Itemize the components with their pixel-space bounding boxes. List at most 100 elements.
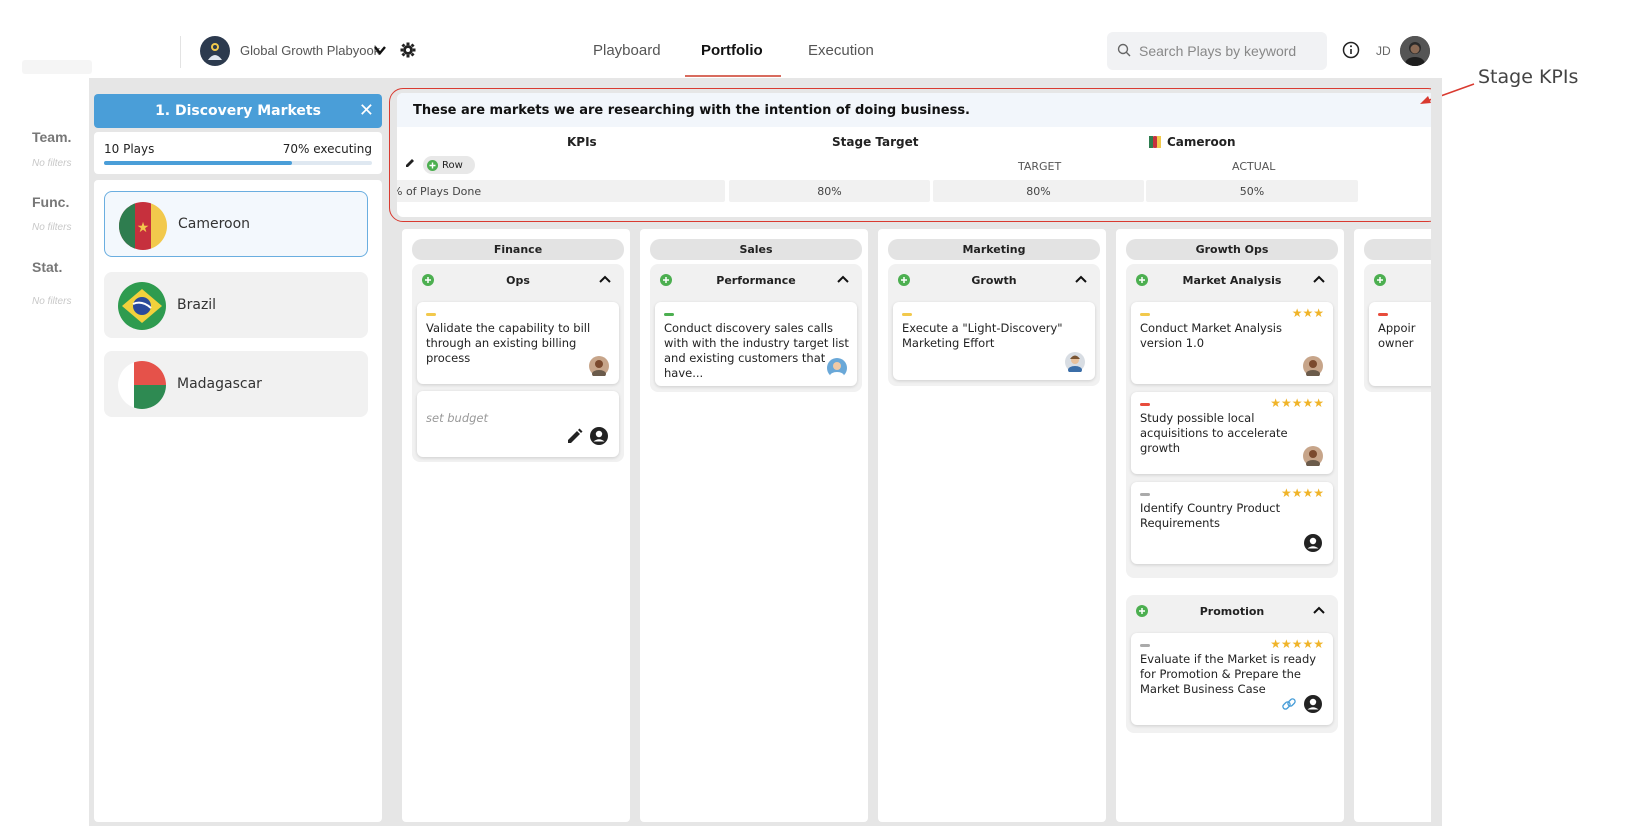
column-header[interactable] bbox=[1364, 239, 1435, 260]
add-play-icon[interactable] bbox=[1136, 274, 1148, 289]
filter-status-status: No filters bbox=[32, 296, 72, 307]
group-growth: Growth Execute a "Light-Discovery" Marke… bbox=[888, 264, 1100, 386]
add-play-icon[interactable] bbox=[898, 274, 910, 289]
stage-kpi-panel: These are markets we are researching wit… bbox=[397, 93, 1437, 217]
actual-subheader: ACTUAL bbox=[1232, 160, 1276, 173]
user-icon[interactable] bbox=[589, 426, 609, 449]
play-card[interactable]: ★★★ Conduct Market Analysis version 1.0 bbox=[1131, 302, 1333, 384]
tab-portfolio[interactable]: Portfolio bbox=[701, 42, 763, 59]
filter-team[interactable]: Team. bbox=[32, 129, 71, 145]
group-header[interactable]: Growth bbox=[888, 264, 1100, 296]
top-bar: Global Growth Plabyook Playboard Portfol… bbox=[0, 0, 1642, 77]
filter-function[interactable]: Func. bbox=[32, 194, 69, 210]
edit-icon[interactable] bbox=[405, 157, 416, 171]
close-icon[interactable]: ✕ bbox=[359, 100, 374, 121]
market-name: Cameroon bbox=[178, 216, 251, 232]
chevron-up-icon[interactable] bbox=[1312, 605, 1326, 618]
tab-playboard[interactable]: Playboard bbox=[593, 42, 661, 59]
svg-text:★: ★ bbox=[137, 220, 150, 236]
assignee-avatar[interactable] bbox=[1303, 446, 1323, 468]
filter-status[interactable]: Stat. bbox=[32, 259, 62, 275]
group-title: Promotion bbox=[1199, 604, 1265, 618]
column-sales: Sales Performance Conduct discovery sale… bbox=[640, 229, 868, 822]
user-icon[interactable] bbox=[1303, 533, 1323, 556]
play-card[interactable]: Execute a "Light-Discovery" Marketing Ef… bbox=[893, 302, 1095, 380]
link-icon[interactable] bbox=[1281, 696, 1297, 715]
stage-header[interactable]: 1. Discovery Markets ✕ bbox=[94, 94, 382, 128]
gear-icon[interactable] bbox=[400, 42, 416, 61]
chevron-up-icon[interactable] bbox=[598, 274, 612, 287]
avatar[interactable] bbox=[1400, 36, 1430, 66]
play-card[interactable]: Conduct discovery sales calls with with … bbox=[655, 302, 857, 386]
annotation-arrow-icon bbox=[1420, 83, 1475, 104]
kpi-stage-target-value[interactable]: 80% bbox=[729, 180, 930, 202]
play-card[interactable]: ★★★★★ Evaluate if the Market is ready fo… bbox=[1131, 633, 1333, 725]
column-header[interactable]: Sales bbox=[650, 239, 862, 260]
play-title: Conduct discovery sales calls with with … bbox=[664, 321, 849, 380]
kpi-target-value[interactable]: 80% bbox=[933, 180, 1144, 202]
brand-logo-icon[interactable] bbox=[200, 36, 230, 66]
chevron-down-icon[interactable] bbox=[374, 44, 386, 58]
market-item-cameroon[interactable]: ★ Cameroon bbox=[104, 191, 368, 257]
group-header[interactable]: Market Analysis bbox=[1126, 264, 1338, 296]
filter-team-status: No filters bbox=[32, 158, 72, 169]
add-play-icon[interactable] bbox=[422, 274, 434, 289]
play-title: Study possible local acquisitions to acc… bbox=[1140, 411, 1288, 455]
add-row-button[interactable]: Row bbox=[423, 156, 475, 174]
user-initials[interactable]: JD bbox=[1376, 44, 1391, 58]
kpi-row-name: % of Plays Done bbox=[397, 180, 725, 202]
market-kpi-header: Cameroon bbox=[1149, 135, 1236, 149]
market-item-brazil[interactable]: Brazil bbox=[104, 272, 368, 338]
assignee-avatar[interactable] bbox=[827, 358, 847, 380]
kpi-description-bar: These are markets we are researching wit… bbox=[397, 93, 1437, 127]
stage-progress-fill bbox=[104, 161, 292, 165]
column-header[interactable]: Growth Ops bbox=[1126, 239, 1338, 260]
play-card[interactable]: Validate the capability to bill through … bbox=[417, 302, 619, 384]
add-play-icon[interactable] bbox=[1374, 274, 1386, 289]
play-title: Execute a "Light-Discovery" Marketing Ef… bbox=[902, 321, 1063, 350]
market-item-madagascar[interactable]: Madagascar bbox=[104, 351, 368, 417]
group-header[interactable]: Ops bbox=[412, 264, 624, 296]
chevron-up-icon[interactable] bbox=[836, 274, 850, 287]
search-input[interactable] bbox=[1139, 43, 1319, 59]
add-play-icon[interactable] bbox=[1136, 605, 1148, 620]
play-title: Identify Country Product Requirements bbox=[1140, 501, 1281, 530]
assignee-avatar[interactable] bbox=[589, 356, 609, 378]
edit-icon[interactable] bbox=[567, 428, 583, 447]
kpi-market-name: Cameroon bbox=[1167, 135, 1236, 149]
rating-stars: ★★★★★ bbox=[1270, 396, 1324, 410]
column-finance: Finance Ops Validate the capability to b… bbox=[402, 229, 630, 822]
cameroon-flag-icon: ★ bbox=[119, 202, 167, 250]
priority-indicator bbox=[1140, 313, 1150, 316]
cameroon-flag-icon bbox=[1149, 136, 1161, 148]
target-subheader: TARGET bbox=[1018, 160, 1062, 173]
assignee-avatar[interactable] bbox=[1065, 352, 1085, 374]
play-card[interactable]: ★★★★ Identify Country Product Requiremen… bbox=[1131, 482, 1333, 564]
kpi-column-header: KPIs bbox=[567, 135, 597, 149]
chevron-up-icon[interactable] bbox=[1074, 274, 1088, 287]
group-title: Growth bbox=[971, 273, 1017, 287]
search-box[interactable] bbox=[1107, 32, 1327, 70]
play-card[interactable]: Appoir owner bbox=[1369, 302, 1435, 386]
playbook-name[interactable]: Global Growth Plabyook bbox=[240, 43, 380, 58]
priority-indicator bbox=[426, 313, 436, 316]
chevron-up-icon[interactable] bbox=[1312, 274, 1326, 287]
assignee-avatar[interactable] bbox=[1303, 356, 1323, 378]
tab-execution[interactable]: Execution bbox=[808, 42, 874, 59]
kpi-actual-value[interactable]: 50% bbox=[1146, 180, 1358, 202]
plays-count: 10 Plays bbox=[104, 142, 155, 156]
group-header[interactable]: Promotion bbox=[1126, 595, 1338, 627]
rating-stars: ★★★★★ bbox=[1270, 637, 1324, 651]
divider bbox=[180, 36, 181, 68]
play-card-placeholder[interactable]: set budget bbox=[417, 391, 619, 457]
column-header[interactable]: Finance bbox=[412, 239, 624, 260]
group-header[interactable] bbox=[1364, 264, 1435, 296]
user-icon[interactable] bbox=[1303, 694, 1323, 717]
group-header[interactable]: Performance bbox=[650, 264, 862, 296]
add-play-icon[interactable] bbox=[660, 274, 672, 289]
column-header[interactable]: Marketing bbox=[888, 239, 1100, 260]
play-card[interactable]: ★★★★★ Study possible local acquisitions … bbox=[1131, 392, 1333, 474]
info-icon[interactable] bbox=[1342, 41, 1360, 62]
stage-stats: 10 Plays 70% executing bbox=[94, 132, 382, 174]
play-title: Conduct Market Analysis version 1.0 bbox=[1140, 321, 1282, 350]
